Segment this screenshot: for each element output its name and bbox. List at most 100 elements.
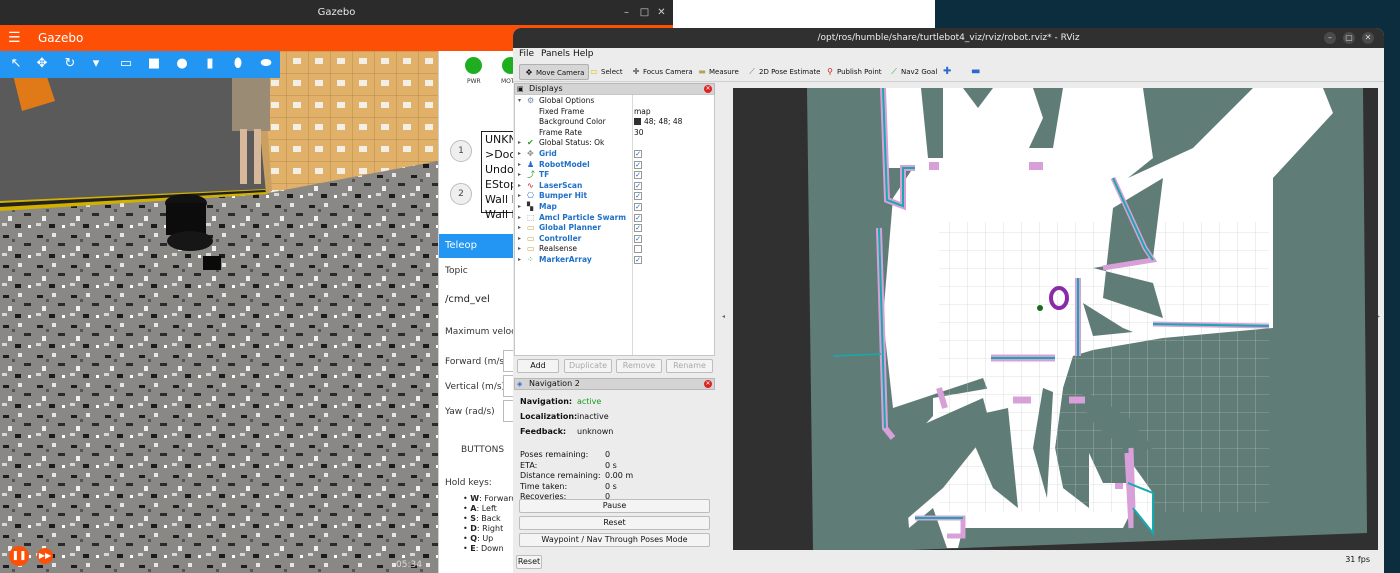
tree-row-frame-rate[interactable]: Frame Rate 30 [515, 128, 714, 139]
pwr-led [465, 57, 482, 74]
maximize-icon[interactable]: □ [638, 6, 651, 19]
cylinder-shape-icon[interactable]: ▮ [202, 56, 218, 72]
expand-arrow-icon[interactable]: ▸ [518, 234, 521, 245]
gazebo-3d-scene[interactable] [0, 51, 438, 573]
tree-row-amcl-particle-swarm[interactable]: ▸ ⬚ Amcl Particle Swarm ✓ [515, 213, 714, 224]
display-enabled-checkbox[interactable]: ✓ [634, 160, 642, 169]
rename-display-button[interactable]: Rename [666, 359, 713, 373]
display-enabled-checkbox[interactable]: ✓ [634, 256, 642, 264]
waypoint-mode-button[interactable]: Waypoint / Nav Through Poses Mode [519, 533, 710, 547]
add-tool-icon[interactable]: ✚ [943, 64, 951, 80]
tree-label: Background Color [539, 117, 606, 127]
expand-arrow-icon[interactable]: ▸ [518, 191, 521, 202]
box-shape-icon[interactable]: ■ [146, 56, 162, 72]
tree-row-tf[interactable]: ▸ ⤴ TF ✓ [515, 170, 714, 181]
sphere-shape-icon[interactable]: ● [174, 56, 190, 72]
focus-camera-icon: ✛ [632, 67, 640, 76]
remove-tool-icon[interactable]: ▬ [971, 64, 980, 80]
remove-display-button[interactable]: Remove [616, 359, 662, 373]
expand-arrow-icon[interactable]: ▸ [518, 170, 521, 181]
expand-arrow-icon[interactable]: ▸ [518, 202, 521, 213]
close-icon[interactable]: ✕ [704, 380, 712, 388]
minimize-icon[interactable]: – [620, 6, 633, 19]
tree-row-laserscan[interactable]: ▸ ∿ LaserScan ✓ [515, 181, 714, 192]
tree-row-markerarray[interactable]: ▸ ⁘ MarkerArray ✓ [515, 255, 714, 266]
displays-title: Displays [529, 84, 563, 93]
display-enabled-checkbox[interactable]: ✓ [634, 192, 642, 201]
expand-arrow-icon[interactable]: ▸ [518, 181, 521, 192]
expand-arrow-icon[interactable]: ▸ [518, 255, 521, 266]
tree-row-bumper-hit[interactable]: ▸ ⎔ Bumper Hit ✓ [515, 191, 714, 202]
tree-row-grid[interactable]: ▸ ✥ Grid ✓ [515, 149, 714, 160]
close-icon[interactable]: ✕ [1362, 32, 1374, 44]
select-mode-icon[interactable]: ↖ [8, 56, 24, 72]
tree-row-map[interactable]: ▸ ▚ Map ✓ [515, 202, 714, 213]
tree-row-controller[interactable]: ▸ ▭ Controller ✓ [515, 234, 714, 245]
rotate-mode-icon[interactable]: ↻ [62, 56, 78, 72]
nav-reset-button[interactable]: Reset [519, 516, 710, 530]
hamburger-menu-icon[interactable]: ☰ [8, 30, 21, 46]
navigation-label: Navigation: [520, 397, 573, 406]
pause-icon[interactable]: ❚❚ [9, 546, 29, 566]
display-enabled-checkbox[interactable]: ✓ [634, 171, 642, 180]
step-1[interactable]: 1 [450, 140, 472, 162]
hold-key-action: : Back [476, 514, 501, 523]
expand-arrow-icon[interactable]: ▸ [518, 138, 521, 149]
reset-button[interactable]: Reset [516, 555, 542, 569]
tree-row-realsense[interactable]: ▸ ▭ Realsense [515, 244, 714, 255]
step-forward-icon[interactable]: ▶▶ [37, 548, 53, 564]
tool-measure[interactable]: ▬ Measure [697, 64, 739, 80]
tool-2d-pose-estimate[interactable]: ⟋ 2D Pose Estimate [747, 64, 820, 80]
hold-key-w: • W: Forward [463, 494, 517, 503]
maximize-icon[interactable]: ▢ [1343, 32, 1355, 44]
expand-arrow-icon[interactable]: ▸ [518, 213, 521, 224]
tree-value[interactable]: 48; 48; 48 [634, 117, 682, 128]
add-display-button[interactable]: Add [517, 359, 559, 373]
tree-row-robotmodel[interactable]: ▸ ♟ RobotModel ✓ [515, 160, 714, 171]
expand-arrow-icon[interactable]: ▸ [518, 160, 521, 171]
close-icon[interactable]: ✕ [704, 85, 712, 93]
step-2[interactable]: 2 [450, 183, 472, 205]
tree-value[interactable]: 30 [634, 128, 644, 139]
tree-value[interactable]: map [634, 107, 651, 118]
ellipsoid-shape-icon[interactable]: ⬬ [258, 56, 274, 72]
tool-nav2-goal[interactable]: ⟋ Nav2 Goal [889, 64, 937, 80]
tree-row-background-color[interactable]: Background Color 48; 48; 48 [515, 117, 714, 128]
close-icon[interactable]: ✕ [655, 6, 668, 19]
hold-key: D [470, 524, 477, 533]
display-enabled-checkbox[interactable]: ✓ [634, 234, 642, 243]
expand-arrow-icon[interactable]: ▾ [518, 96, 521, 107]
tree-row-global-planner[interactable]: ▸ ▭ Global Planner ✓ [515, 223, 714, 234]
menu-file[interactable]: File [519, 49, 534, 59]
tree-label: Realsense [539, 244, 577, 254]
pause-button[interactable]: Pause [519, 499, 710, 513]
tool-move-camera[interactable]: ✥ Move Camera [519, 64, 590, 80]
capsule-shape-icon[interactable]: ⬮ [230, 56, 246, 72]
tree-row-fixed-frame[interactable]: Fixed Frame map [515, 107, 714, 118]
display-enabled-checkbox[interactable]: ✓ [634, 181, 642, 190]
tool-focus-camera[interactable]: ✛ Focus Camera [631, 64, 693, 80]
rviz-3d-view[interactable] [733, 88, 1378, 550]
expand-arrow-icon[interactable]: ▸ [518, 244, 521, 255]
screenshot-icon[interactable]: ▭ [118, 56, 134, 72]
translate-mode-icon[interactable]: ✥ [34, 56, 50, 72]
expand-arrow-icon[interactable]: ▸ [518, 149, 521, 160]
collapse-left-icon[interactable]: ◂ [722, 313, 728, 320]
display-enabled-checkbox[interactable]: ✓ [634, 203, 642, 211]
duplicate-display-button[interactable]: Duplicate [564, 359, 612, 373]
expand-arrow-icon[interactable]: ▸ [518, 223, 521, 234]
display-enabled-checkbox[interactable] [634, 245, 642, 254]
tree-row-global-status[interactable]: ▸ ✔ Global Status: Ok [515, 138, 714, 149]
topic-input[interactable]: /cmd_vel [445, 294, 490, 305]
snap-icon[interactable]: ▾ [88, 56, 104, 72]
hold-key-action: : Left [476, 504, 497, 513]
display-enabled-checkbox[interactable]: ✓ [634, 224, 642, 233]
menu-help[interactable]: Help [573, 49, 594, 59]
menu-panels[interactable]: Panels [541, 49, 570, 59]
display-enabled-checkbox[interactable]: ✓ [634, 150, 642, 158]
tool-publish-point[interactable]: ⚲ Publish Point [825, 64, 882, 80]
minimize-icon[interactable]: – [1324, 32, 1336, 44]
display-enabled-checkbox[interactable]: ✓ [634, 213, 642, 222]
tool-select[interactable]: ▭ Select [589, 64, 622, 80]
tree-row-global-options[interactable]: ▾ ⚙ Global Options [515, 96, 714, 107]
